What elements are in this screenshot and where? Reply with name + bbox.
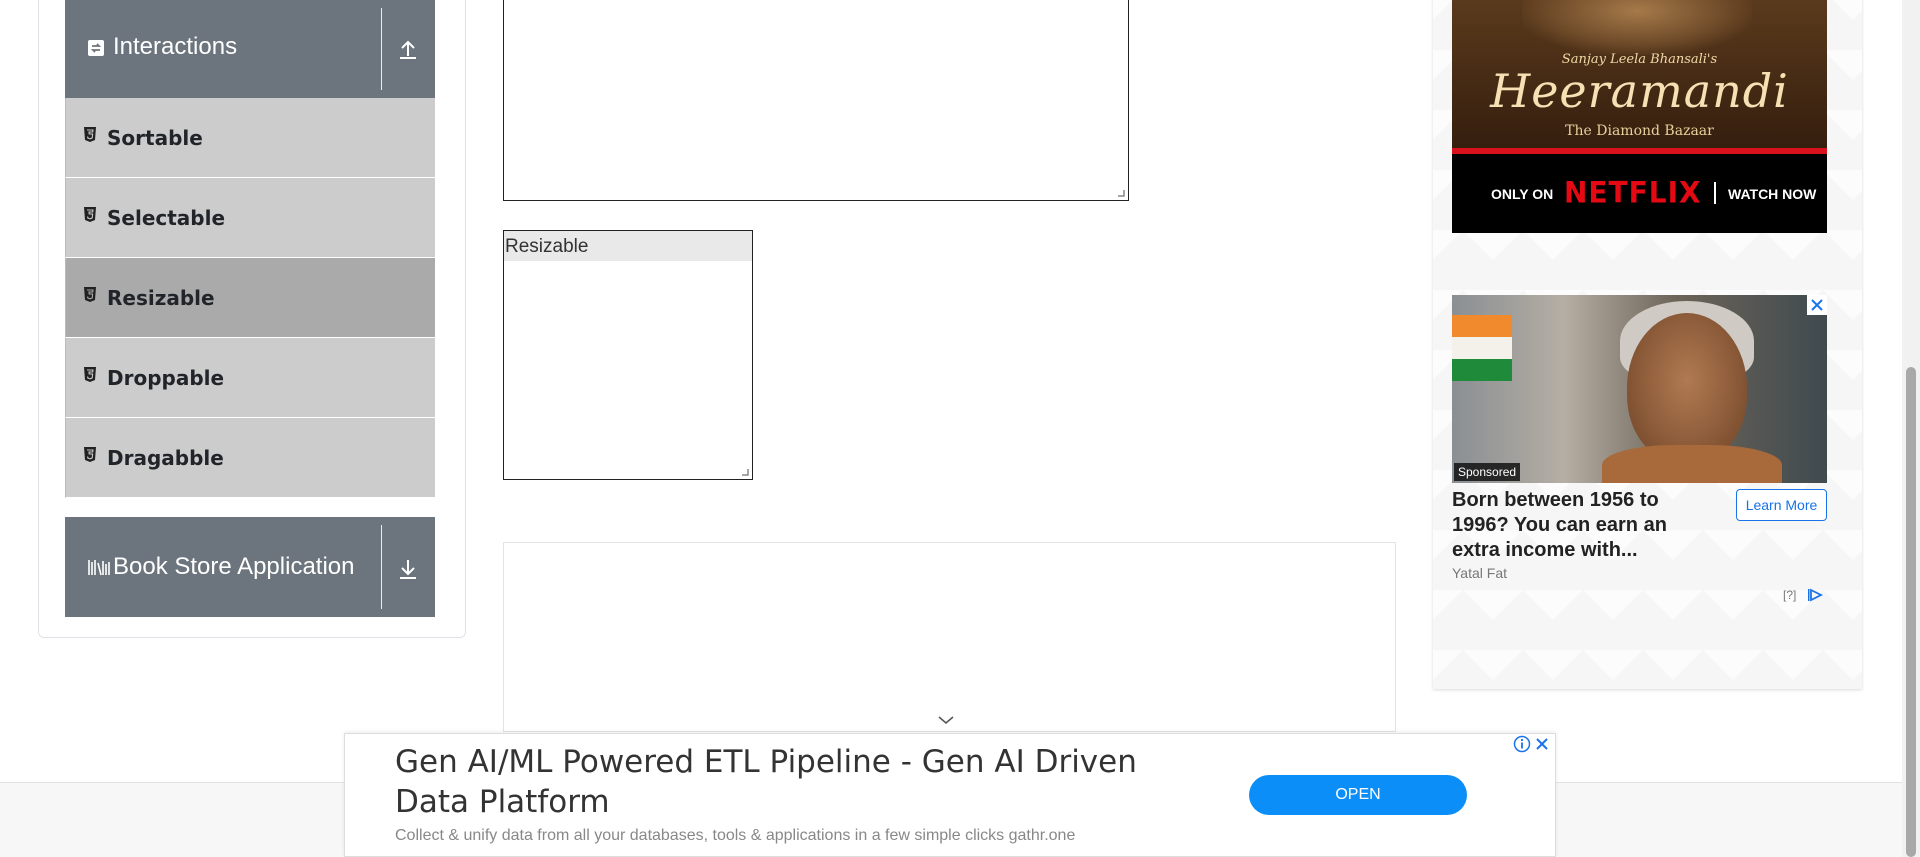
open-button[interactable]: OPEN [1249, 775, 1467, 815]
ad-watch-now[interactable]: WATCH NOW [1728, 186, 1816, 202]
interactions-menu: Sortable Selectable Resizable Droppable … [65, 98, 435, 498]
ad-photo [1452, 295, 1827, 483]
sidebar-item-droppable[interactable]: Droppable [65, 338, 435, 418]
flag-stripe [1452, 337, 1512, 359]
sidebar-item-label: Selectable [107, 206, 226, 230]
ad-headline[interactable]: Gen AI/ML Powered ETL Pipeline - Gen AI … [395, 742, 1155, 822]
group-header-interactions[interactable]: Interactions [65, 0, 435, 98]
resize-handle-icon[interactable] [1117, 189, 1125, 197]
info-icon[interactable] [1513, 735, 1531, 753]
resize-handle-icon[interactable] [741, 468, 749, 476]
html5-icon [84, 367, 96, 382]
sponsored-badge: Sponsored [1454, 463, 1521, 481]
html5-icon [84, 287, 96, 302]
netflix-ad-banner[interactable]: Sanjay Leela Bhansali's Heeramandi The D… [1452, 0, 1827, 233]
scrollbar-thumb[interactable] [1906, 367, 1916, 857]
ad-divider [1714, 182, 1716, 204]
interactions-icon [88, 40, 104, 56]
ad-advertiser: Yatal Fat [1452, 565, 1507, 581]
photo-shape [1627, 313, 1747, 463]
sponsored-ad[interactable]: Sponsored Born between 1956 to 1996? You… [1452, 295, 1827, 608]
html5-icon [84, 127, 96, 142]
sidebar-item-selectable[interactable]: Selectable [65, 178, 435, 258]
html5-icon [84, 207, 96, 222]
collapse-up-icon[interactable] [395, 36, 421, 62]
sticky-bottom-ad[interactable]: Gen AI/ML Powered ETL Pipeline - Gen AI … [344, 733, 1556, 857]
group-header-book-store[interactable]: Book Store Application [65, 517, 435, 617]
photo-shape [1602, 445, 1782, 483]
sidebar-item-resizable[interactable]: Resizable [65, 258, 435, 338]
learn-more-button[interactable]: Learn More [1736, 489, 1827, 521]
page-scrollbar[interactable] [1902, 0, 1920, 857]
header-divider [381, 8, 382, 90]
ad-artwork [1522, 0, 1752, 55]
netflix-logo: NETFLIX [1564, 175, 1702, 210]
sidebar-item-label: Droppable [107, 366, 225, 390]
sidebar-item-dragabble[interactable]: Dragabble [65, 418, 435, 498]
ad-show-title: Heeramandi [1490, 64, 1789, 118]
ad-frame-placeholder [503, 542, 1396, 732]
books-icon [88, 560, 110, 576]
resizable-box[interactable]: Resizable [503, 230, 753, 480]
group-title: Interactions [113, 33, 238, 60]
ad-info-link[interactable]: [?] [1783, 588, 1796, 602]
ad-description: Collect & unify data from all your datab… [395, 827, 1076, 844]
sidebar-item-label: Sortable [107, 126, 203, 150]
group-title: Book Store Application [113, 553, 355, 580]
sidebar-item-label: Dragabble [107, 446, 224, 470]
sidebar-item-label: Resizable [107, 286, 215, 310]
ad-headline[interactable]: Born between 1956 to 1996? You can earn … [1452, 488, 1682, 563]
ad-only-on: ONLY ON [1491, 186, 1554, 202]
chevron-down-icon[interactable] [936, 714, 956, 726]
header-divider [381, 525, 382, 609]
adchoices-icon[interactable] [1807, 588, 1825, 602]
ad-show-subtitle: The Diamond Bazaar [1565, 123, 1714, 139]
html5-icon [84, 447, 96, 462]
flag-stripe [1452, 359, 1512, 381]
flag-stripe [1452, 315, 1512, 337]
close-icon[interactable] [1807, 295, 1827, 315]
close-icon[interactable] [1533, 735, 1551, 753]
resizable-box-restricted[interactable] [503, 0, 1129, 201]
resizable-box-title: Resizable [504, 231, 752, 261]
expand-down-icon[interactable] [395, 556, 421, 582]
sidebar-item-sortable[interactable]: Sortable [65, 98, 435, 178]
